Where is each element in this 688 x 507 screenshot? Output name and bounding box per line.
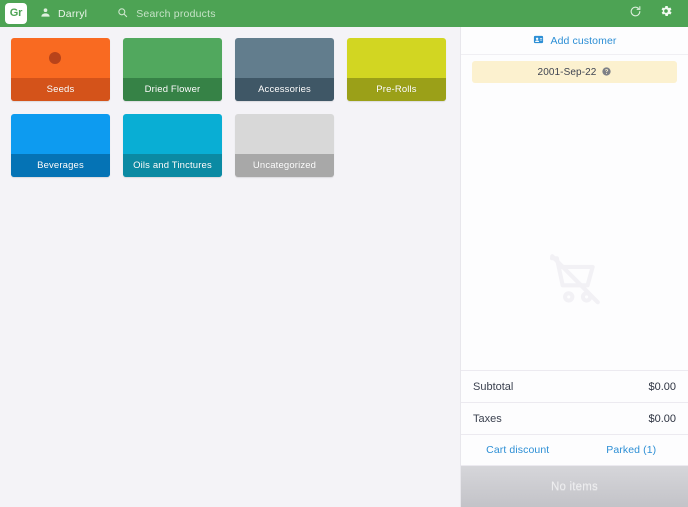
main-body: Seeds Dried Flower Accessories Pre-Rolls… — [0, 27, 688, 507]
category-grid: Seeds Dried Flower Accessories Pre-Rolls… — [11, 38, 453, 177]
app-logo[interactable]: Gr — [5, 3, 27, 24]
category-tile-pre-rolls[interactable]: Pre-Rolls — [347, 38, 446, 101]
category-tile-dried-flower[interactable]: Dried Flower — [123, 38, 222, 101]
taxes-value: $0.00 — [648, 412, 676, 425]
taxes-row: Taxes $0.00 — [461, 403, 688, 435]
category-tile-beverages[interactable]: Beverages — [11, 114, 110, 177]
search-input[interactable] — [136, 7, 377, 20]
cart-panel: Add customer 2001-Sep-22 Subtotal $0.00 … — [460, 27, 688, 507]
category-tile-label: Dried Flower — [123, 78, 222, 101]
category-tile-label: Uncategorized — [235, 154, 334, 177]
header-actions — [629, 4, 673, 23]
category-tile-oils-and-tinctures[interactable]: Oils and Tinctures — [123, 114, 222, 177]
taxes-label: Taxes — [473, 412, 502, 425]
user-name-label: Darryl — [58, 7, 88, 20]
category-tile-label: Seeds — [11, 78, 110, 101]
category-tile-label: Oils and Tinctures — [123, 154, 222, 177]
app-logo-text: Gr — [9, 7, 23, 19]
products-panel: Seeds Dried Flower Accessories Pre-Rolls… — [0, 27, 460, 507]
category-tile-uncategorized[interactable]: Uncategorized — [235, 114, 334, 177]
parked-sales-button[interactable]: Parked (1) — [575, 444, 688, 456]
contact-card-icon — [533, 32, 544, 50]
person-icon — [40, 5, 51, 23]
cart-discount-button[interactable]: Cart discount — [461, 444, 575, 456]
category-tile-accessories[interactable]: Accessories — [235, 38, 334, 101]
checkout-button[interactable]: No items — [461, 466, 688, 507]
subtotal-label: Subtotal — [473, 380, 514, 393]
subtotal-row: Subtotal $0.00 — [461, 371, 688, 403]
cart-off-icon — [546, 251, 604, 314]
cart-action-links: Cart discount Parked (1) — [461, 435, 688, 466]
cart-totals: Subtotal $0.00 Taxes $0.00 — [461, 370, 688, 435]
sale-date-label: 2001-Sep-22 — [537, 66, 597, 78]
category-tile-label: Beverages — [11, 154, 110, 177]
gear-icon[interactable] — [659, 4, 673, 23]
category-thumbnail — [49, 52, 61, 64]
top-header-bar: Gr Darryl — [0, 0, 688, 27]
category-tile-seeds[interactable]: Seeds — [11, 38, 110, 101]
pos-app: Gr Darryl Search products Seeds Dried Fl… — [0, 0, 688, 507]
category-tile-label: Pre-Rolls — [347, 78, 446, 101]
search-icon — [117, 5, 128, 23]
empty-cart-placeholder — [461, 251, 688, 314]
refresh-icon[interactable] — [629, 5, 642, 23]
category-tile-label: Accessories — [235, 78, 334, 101]
subtotal-value: $0.00 — [648, 380, 676, 393]
add-customer-label: Add customer — [550, 34, 617, 47]
cart-items-area — [461, 83, 688, 370]
product-search[interactable] — [117, 5, 629, 23]
user-menu[interactable]: Darryl — [40, 5, 87, 23]
help-icon[interactable] — [602, 63, 612, 81]
sale-date-banner[interactable]: 2001-Sep-22 — [472, 61, 677, 83]
add-customer-button[interactable]: Add customer — [461, 27, 688, 55]
